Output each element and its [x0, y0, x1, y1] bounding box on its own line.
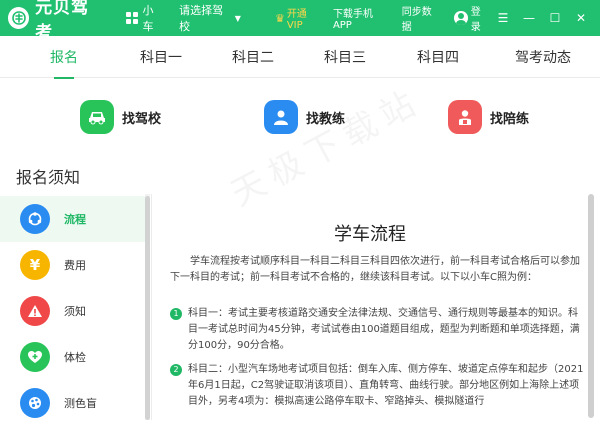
tab-subject-3[interactable]: 科目三: [315, 47, 375, 67]
crown-icon: ♛: [274, 11, 285, 25]
content-intro: 学车流程按考试顺序科目一科目二科目三科目四依次进行，前一科目考试合格后可以参加下…: [170, 256, 580, 283]
sidebar-item-physical-exam[interactable]: 体检: [0, 334, 145, 380]
tab-signup[interactable]: 报名: [44, 47, 84, 79]
login-button[interactable]: 登录: [454, 3, 490, 33]
car-icon: [80, 100, 114, 134]
step-number-badge: 1: [170, 308, 182, 320]
step-number-badge: 2: [170, 364, 182, 376]
sidebar-item-notes[interactable]: 须知: [0, 288, 145, 334]
grid-icon: [126, 12, 139, 24]
step-text: 科目一：考试主要考核道路交通安全法律法规、交通信号、通行规则等最基本的知识。科目…: [188, 308, 580, 351]
sync-data-link[interactable]: 同步数据: [402, 3, 441, 33]
login-label: 登录: [470, 7, 481, 33]
yen-icon: ¥: [20, 250, 50, 280]
coach-icon: [264, 100, 298, 134]
sidebar-item-label: 流程: [64, 213, 86, 226]
find-school-button[interactable]: 找驾校: [80, 100, 161, 134]
download-app-link[interactable]: 下载手机APP: [333, 5, 390, 31]
find-school-label: 找驾校: [122, 111, 162, 127]
close-icon[interactable]: ✕: [568, 8, 594, 28]
minimize-icon[interactable]: —: [516, 8, 542, 28]
sidebar-item-label: 费用: [64, 259, 86, 272]
chevron-down-icon: ▼: [234, 13, 241, 23]
palette-icon: [20, 388, 50, 418]
content-title: 学车流程: [334, 224, 406, 245]
content-scrollbar[interactable]: [588, 194, 594, 420]
sidebar-item-fees[interactable]: ¥ 费用: [0, 242, 145, 288]
vip-label: 开通VIP: [286, 9, 307, 31]
school-select-label: 请选择驾校: [179, 4, 224, 33]
feature-row: 找驾校 找教练 找陪练: [0, 100, 600, 144]
car-type-select[interactable]: 小车: [126, 2, 163, 34]
sidebar-item-label: 须知: [64, 305, 86, 318]
sidebar-scrollbar[interactable]: [145, 194, 150, 420]
step-item: 2 科目二：小型汽车场地考试项目包括：倒车入库、侧方停车、坡道定点停车和起步（2…: [170, 362, 584, 410]
notice-sidebar: 流程 ¥ 费用 须知 体检 测色盲: [0, 194, 152, 420]
find-coach-button[interactable]: 找教练: [264, 100, 345, 134]
find-companion-label: 找陪练: [490, 111, 530, 127]
tab-exam-news[interactable]: 驾考动态: [508, 47, 578, 67]
sidebar-item-color-test[interactable]: 测色盲: [0, 380, 145, 426]
sidebar-scrollbar-thumb[interactable]: [145, 196, 150, 420]
warning-icon: [20, 296, 50, 326]
companion-icon: [448, 100, 482, 134]
tab-subject-1[interactable]: 科目一: [131, 47, 191, 67]
tab-subject-2[interactable]: 科目二: [223, 47, 283, 67]
section-title: 报名须知: [16, 168, 81, 187]
vip-button[interactable]: ♛ 开通VIP: [275, 5, 321, 31]
content-panel: 学车流程 学车流程按考试顺序科目一科目二科目三科目四依次进行，前一科目考试合格后…: [152, 194, 600, 420]
main-tabs: 报名 科目一 科目二 科目三 科目四 驾考动态: [0, 36, 600, 79]
shell-logo-icon: [8, 7, 30, 29]
flow-icon: [20, 204, 50, 234]
find-coach-label: 找教练: [306, 111, 346, 127]
health-icon: [20, 342, 50, 372]
window-controls: ☰ — ☐ ✕: [490, 8, 594, 28]
user-avatar-icon: [454, 11, 468, 25]
sidebar-item-flow[interactable]: 流程: [0, 196, 145, 242]
car-type-label: 小车: [142, 4, 154, 33]
content-scrollbar-thumb[interactable]: [588, 194, 594, 418]
step-item: 1 科目一：考试主要考核道路交通安全法律法规、交通信号、通行规则等最基本的知识。…: [170, 306, 584, 354]
skin-menu-icon[interactable]: ☰: [490, 8, 516, 28]
sidebar-item-label: 体检: [64, 351, 86, 364]
school-select[interactable]: 请选择驾校 ▼: [179, 2, 241, 34]
title-bar: 元贝驾考 小车 请选择驾校 ▼ ♛ 开通VIP 下载手机APP 同步数据 登录 …: [0, 0, 600, 43]
sidebar-item-label: 测色盲: [64, 397, 97, 410]
tab-subject-4[interactable]: 科目四: [408, 47, 468, 67]
maximize-icon[interactable]: ☐: [542, 8, 568, 28]
find-companion-button[interactable]: 找陪练: [448, 100, 529, 134]
step-text: 科目二：小型汽车场地考试项目包括：倒车入库、侧方停车、坡道定点停车和起步（202…: [188, 364, 584, 407]
